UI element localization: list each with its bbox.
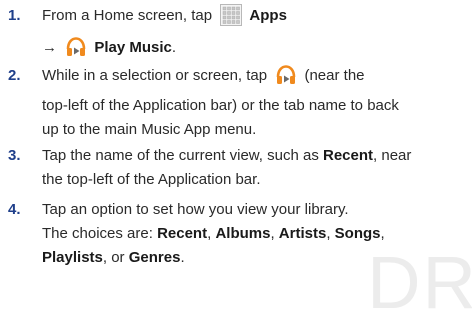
play-music-headphones-icon bbox=[275, 64, 297, 94]
choice-recent: Recent bbox=[157, 225, 208, 242]
choice-genres: Genres bbox=[128, 249, 181, 266]
choice-artists: Artists bbox=[278, 225, 327, 242]
step-text: The choices are: bbox=[42, 225, 153, 242]
step-text-end: . bbox=[171, 39, 177, 56]
step-text: , near bbox=[373, 147, 412, 164]
step-text: While in a selection or screen, tap bbox=[42, 67, 268, 84]
step-text: Tap the name of the current view, such a… bbox=[42, 147, 319, 164]
step-number: 4. bbox=[8, 201, 21, 218]
step-number: 1. bbox=[8, 7, 21, 24]
recent-label: Recent bbox=[323, 147, 374, 164]
separator: , bbox=[380, 225, 385, 242]
separator: , bbox=[270, 225, 275, 242]
separator: , bbox=[326, 225, 331, 242]
separator: , or bbox=[102, 249, 125, 266]
step-text-end: . bbox=[180, 249, 185, 266]
step-number: 3. bbox=[8, 147, 21, 164]
step-text: Tap an option to set how you view your l… bbox=[42, 201, 349, 218]
step-number: 2. bbox=[8, 67, 21, 84]
choice-albums: Albums bbox=[215, 225, 271, 242]
step-text: the top-left of the Application bar. bbox=[42, 171, 261, 188]
step-1: 1. From a Home screen, tap Apps → Play M… bbox=[8, 4, 468, 66]
choice-playlists: Playlists bbox=[42, 249, 103, 266]
play-music-headphones-icon bbox=[65, 36, 87, 66]
step-3: 3. Tap the name of the current view, suc… bbox=[8, 144, 468, 192]
step-2: 2. While in a selection or screen, tap (… bbox=[8, 64, 468, 142]
step-4: 4. Tap an option to set how you view you… bbox=[8, 198, 468, 270]
apps-grid-icon bbox=[220, 4, 243, 34]
step-text: up to the main Music App menu. bbox=[42, 121, 257, 138]
separator: , bbox=[207, 225, 212, 242]
choice-songs: Songs bbox=[334, 225, 381, 242]
apps-label: Apps bbox=[249, 7, 287, 24]
arrow-glyph: → bbox=[42, 39, 57, 56]
step-text: top-left of the Application bar) or the … bbox=[42, 97, 399, 114]
step-text: From a Home screen, tap bbox=[42, 7, 213, 24]
play-music-label: Play Music bbox=[94, 39, 172, 56]
step-text: (near the bbox=[304, 67, 365, 84]
